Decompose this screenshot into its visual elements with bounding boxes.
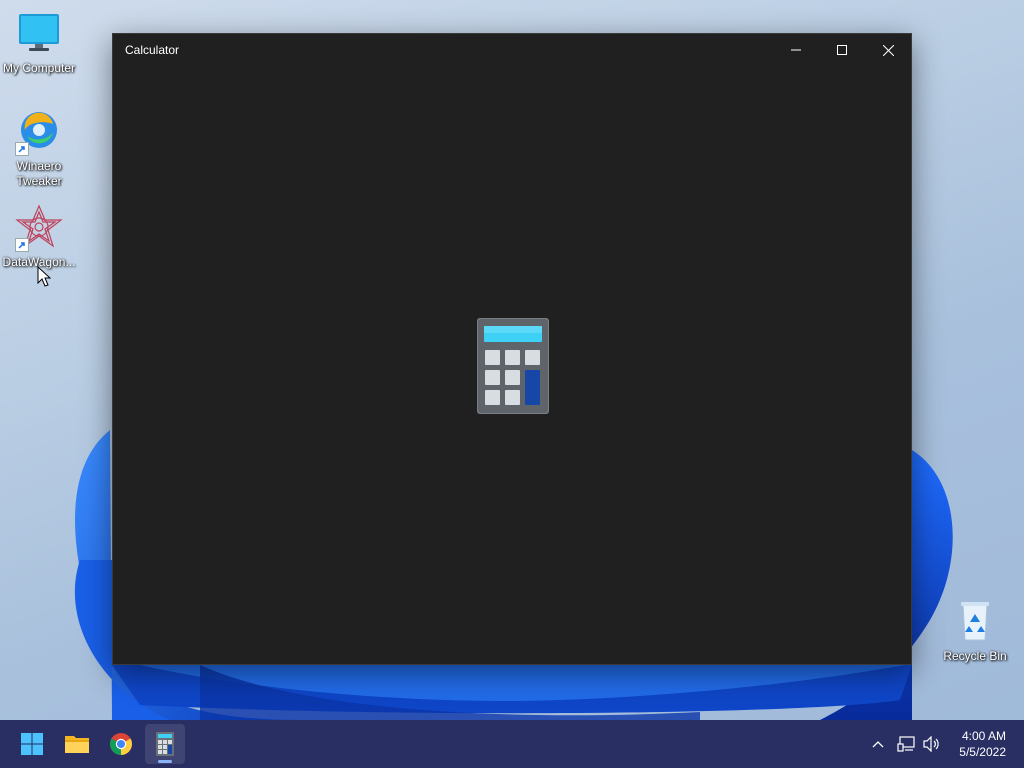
tray-volume[interactable]	[920, 720, 944, 768]
network-icon	[897, 736, 915, 752]
folder-icon	[65, 736, 89, 753]
mouse-cursor-icon	[37, 266, 51, 287]
volume-icon	[923, 736, 939, 752]
minimize-icon	[791, 49, 801, 51]
calculator-app-icon	[477, 318, 549, 414]
tray-overflow-button[interactable]	[866, 720, 890, 768]
taskbar-chrome[interactable]	[101, 724, 141, 764]
desktop-icon-label: Winaero Tweaker	[16, 159, 62, 188]
datawagon-icon	[15, 204, 63, 252]
window-titlebar[interactable]: Calculator	[113, 34, 911, 66]
taskbar: 4:00 AM 5/5/2022	[0, 720, 1024, 768]
maximize-button[interactable]	[819, 34, 865, 66]
calculator-window[interactable]: Calculator	[112, 33, 912, 665]
recycle-bin-icon	[951, 598, 999, 646]
desktop-icon-label: Recycle Bin	[943, 649, 1007, 663]
taskbar-file-explorer[interactable]	[57, 724, 97, 764]
desktop-icon-winaero-tweaker[interactable]: Winaero Tweaker	[0, 108, 78, 189]
minimize-button[interactable]	[773, 34, 819, 66]
close-button[interactable]	[865, 34, 911, 66]
window-controls	[773, 34, 911, 66]
desktop-icon-datawagon[interactable]: DataWagon...	[0, 204, 78, 270]
chrome-icon	[110, 733, 132, 755]
taskbar-calculator[interactable]	[145, 724, 185, 764]
windows-logo-icon	[21, 733, 43, 755]
close-icon	[882, 44, 894, 56]
clock-time: 4:00 AM	[961, 729, 1006, 743]
window-title: Calculator	[125, 43, 180, 57]
desktop-icon-recycle-bin[interactable]: Recycle Bin	[936, 598, 1014, 664]
shortcut-arrow-icon	[15, 238, 29, 252]
calculator-icon	[156, 732, 174, 756]
winaero-tweaker-icon	[15, 108, 63, 156]
taskbar-clock[interactable]: 4:00 AM 5/5/2022	[959, 728, 1006, 760]
monitor-icon	[15, 10, 63, 58]
clock-date: 5/5/2022	[959, 745, 1006, 759]
maximize-icon	[837, 45, 847, 55]
shortcut-arrow-icon	[15, 142, 29, 156]
chevron-up-icon	[872, 741, 884, 748]
desktop-icon-label: My Computer	[2, 61, 76, 75]
start-button[interactable]	[12, 724, 52, 764]
desktop-icon-my-computer[interactable]: My Computer	[0, 10, 78, 76]
tray-network[interactable]	[894, 720, 918, 768]
